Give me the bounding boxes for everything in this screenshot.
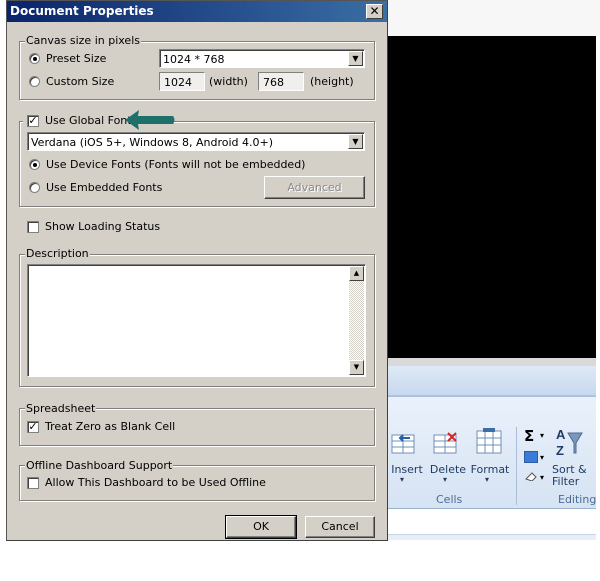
- canvas-preview-area: [388, 36, 596, 358]
- annotation-arrow-icon: [121, 107, 177, 131]
- advanced-button[interactable]: Advanced: [264, 176, 365, 199]
- height-value: 768: [263, 76, 284, 89]
- height-label: (height): [310, 75, 354, 88]
- fill-dropdown-icon[interactable]: ▾: [540, 453, 544, 462]
- format-cells-icon[interactable]: [474, 427, 504, 457]
- height-field[interactable]: 768: [258, 72, 304, 91]
- canvas-size-legend: Canvas size in pixels: [25, 34, 141, 47]
- insert-cells-icon[interactable]: [390, 431, 420, 457]
- treat-zero-label[interactable]: Treat Zero as Blank Cell: [45, 420, 175, 433]
- use-global-font-label[interactable]: Use Global Font: [45, 114, 132, 127]
- group-divider: [516, 427, 517, 505]
- embedded-fonts-radio[interactable]: [29, 182, 40, 193]
- dialog-title: Document Properties: [10, 4, 154, 18]
- width-label: (width): [209, 75, 248, 88]
- svg-text:A: A: [556, 427, 566, 442]
- allow-offline-label[interactable]: Allow This Dashboard to be Used Offline: [45, 476, 266, 489]
- preset-size-select[interactable]: 1024 * 768 ▼: [159, 49, 365, 68]
- allow-offline-checkbox[interactable]: [27, 477, 39, 489]
- spreadsheet-legend: Spreadsheet: [25, 402, 97, 415]
- treat-zero-checkbox[interactable]: ✓: [27, 421, 39, 433]
- insert-dropdown-icon[interactable]: ▾: [400, 475, 404, 484]
- cells-group-label: Cells: [436, 493, 463, 506]
- chevron-down-icon[interactable]: ▼: [348, 51, 363, 66]
- delete-label[interactable]: Delete: [428, 463, 468, 476]
- use-global-font-checkbox[interactable]: ✓: [27, 115, 39, 127]
- fill-icon[interactable]: [524, 451, 538, 463]
- autosum-dropdown-icon[interactable]: ▾: [540, 431, 544, 440]
- scroll-down-icon[interactable]: ▼: [349, 360, 364, 375]
- close-button[interactable]: ✕: [366, 4, 383, 19]
- device-fonts-radio[interactable]: [29, 159, 40, 170]
- preset-size-radio[interactable]: [29, 53, 40, 64]
- document-properties-dialog: Document Properties ✕ Canvas size in pix…: [6, 0, 388, 541]
- preset-size-label[interactable]: Preset Size: [46, 52, 106, 65]
- custom-size-radio[interactable]: [29, 76, 40, 87]
- show-loading-label[interactable]: Show Loading Status: [45, 220, 160, 233]
- font-select[interactable]: Verdana (iOS 5+, Windows 8, Android 4.0+…: [27, 132, 365, 151]
- worksheet-header-row: [388, 534, 596, 540]
- format-label[interactable]: Format: [470, 463, 510, 476]
- ribbon-tab-strip: [388, 366, 596, 396]
- device-fonts-label[interactable]: Use Device Fonts (Fonts will not be embe…: [46, 158, 305, 171]
- description-legend: Description: [25, 247, 90, 260]
- delete-dropdown-icon[interactable]: ▾: [443, 475, 447, 484]
- font-select-value: Verdana (iOS 5+, Windows 8, Android 4.0+…: [31, 136, 274, 149]
- description-textarea[interactable]: ▲ ▼: [27, 264, 366, 377]
- cancel-button[interactable]: Cancel: [305, 516, 375, 538]
- insert-label[interactable]: Insert: [388, 463, 426, 476]
- svg-text:Z: Z: [556, 443, 564, 458]
- filter-label[interactable]: Filter: [552, 475, 579, 488]
- dialog-title-bar[interactable]: Document Properties ✕: [7, 1, 387, 22]
- description-scrollbar[interactable]: ▲ ▼: [349, 266, 364, 375]
- offline-legend: Offline Dashboard Support: [25, 459, 174, 472]
- width-value: 1024: [164, 76, 192, 89]
- app-background-top: [388, 0, 600, 36]
- delete-cells-icon[interactable]: [432, 431, 462, 457]
- excel-ribbon: Insert ▾ Delete ▾ Format ▾ Cells Σ ▾ ▾ ▾…: [388, 396, 596, 508]
- sort-filter-icon[interactable]: AZ: [554, 425, 584, 459]
- custom-size-label[interactable]: Custom Size: [46, 75, 114, 88]
- chevron-down-icon[interactable]: ▼: [348, 134, 363, 149]
- autosum-icon[interactable]: Σ: [524, 427, 534, 445]
- editing-group-label: Editing: [558, 493, 597, 506]
- show-loading-checkbox[interactable]: [27, 221, 39, 233]
- app-separator: [388, 358, 596, 366]
- clear-icon[interactable]: [524, 471, 538, 482]
- width-field[interactable]: 1024: [159, 72, 205, 91]
- scroll-up-icon[interactable]: ▲: [349, 266, 364, 281]
- preset-size-value: 1024 * 768: [163, 53, 225, 66]
- ok-button[interactable]: OK: [225, 515, 297, 539]
- clear-dropdown-icon[interactable]: ▾: [540, 473, 544, 482]
- format-dropdown-icon[interactable]: ▾: [485, 475, 489, 484]
- embedded-fonts-label[interactable]: Use Embedded Fonts: [46, 181, 162, 194]
